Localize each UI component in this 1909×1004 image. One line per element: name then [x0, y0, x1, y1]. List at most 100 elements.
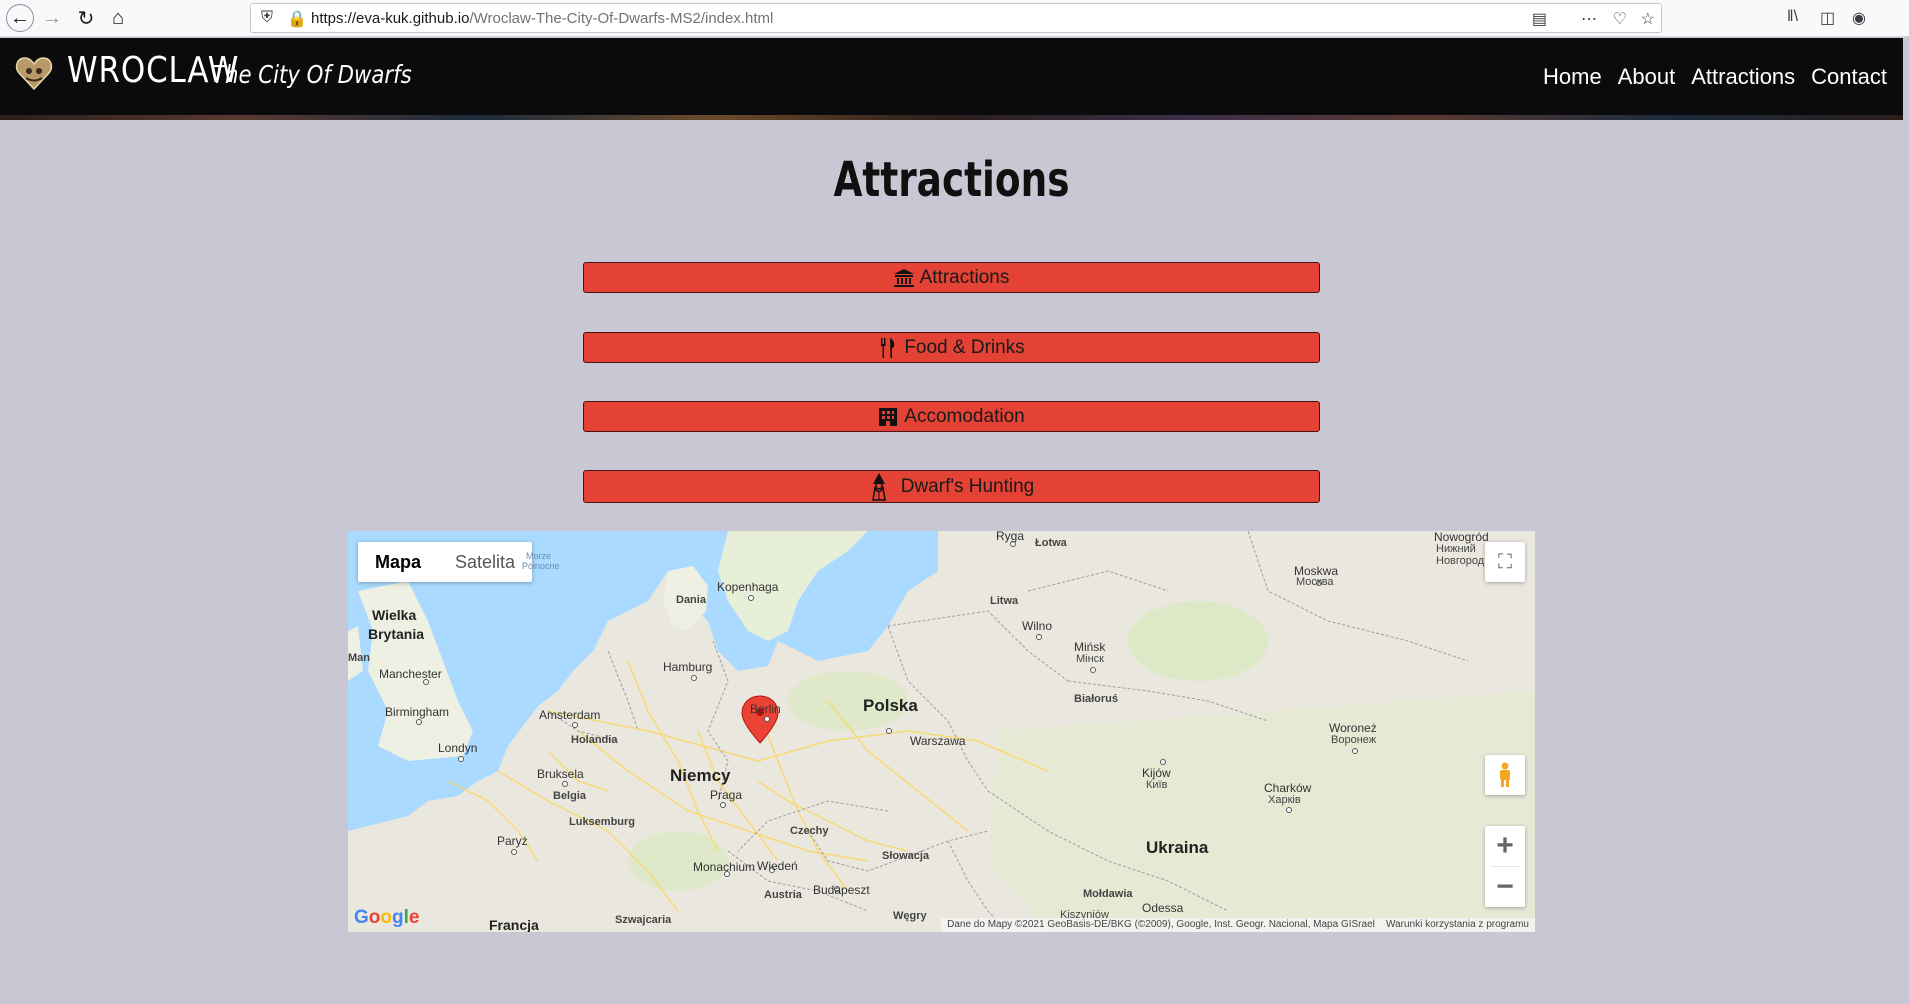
menu-about[interactable]: About — [1618, 64, 1676, 90]
map-label-bialorus: Białoruś — [1074, 693, 1119, 705]
map-label-woronez-ru: Воронеж — [1331, 734, 1377, 746]
map-label-londyn: Londyn — [438, 741, 478, 755]
pocket-icon[interactable]: ♡ — [1613, 9, 1627, 29]
bookmark-star-icon[interactable]: ☆ — [1641, 9, 1655, 29]
menu-home[interactable]: Home — [1543, 64, 1602, 90]
map-label-niemcy: Niemcy — [670, 766, 731, 785]
map-label-morze: Morze — [526, 551, 552, 561]
map-label-polska: Polska — [863, 696, 918, 715]
map-label-berlin: Berlin — [750, 702, 781, 716]
map-label-minsk-ru: Мінск — [1076, 653, 1104, 665]
map-label-moldawia: Mołdawia — [1083, 888, 1133, 900]
map-label-budapeszt: Budapeszt — [813, 883, 870, 897]
map-label-woronez: Woroneż — [1329, 721, 1377, 735]
map-label-szwajcaria: Szwajcaria — [615, 914, 672, 926]
google-map[interactable]: Mapa Satelita ⛶ + − Polska Niemcy Ukrain… — [348, 531, 1535, 932]
map-label-wieden: Wiedeń — [757, 859, 798, 873]
map-label-monachium: Monachium — [693, 860, 756, 874]
heart-logo-icon[interactable] — [14, 53, 54, 93]
forward-icon[interactable]: → — [38, 4, 66, 32]
fullscreen-icon[interactable]: ⛶ — [1485, 542, 1525, 582]
menu-attractions[interactable]: Attractions — [1691, 64, 1795, 90]
zoom-in-icon[interactable]: + — [1485, 826, 1525, 866]
map-label-moskwa-ru: Москва — [1296, 576, 1334, 588]
reload-icon[interactable]: ↻ — [72, 4, 100, 32]
map-label-czechy: Czechy — [790, 825, 829, 837]
map-label-hamburg: Hamburg — [663, 660, 713, 674]
map-terms-link[interactable]: Warunki korzystania z programu — [1386, 919, 1529, 930]
dwarfs-hunting-button-label: Dwarf's Hunting — [900, 475, 1035, 497]
utensils-icon — [878, 337, 898, 358]
map-label-wegry: Węgry — [893, 910, 927, 922]
map-label-praga: Praga — [710, 788, 743, 802]
map-label-kijow-ru: Київ — [1146, 779, 1168, 791]
map-label-birmingham: Birmingham — [385, 705, 450, 719]
map-label-francja: Francja — [489, 917, 539, 932]
google-logo[interactable]: Google — [354, 907, 419, 929]
zoom-control: + − — [1485, 826, 1525, 907]
map-label-polnocne: Północne — [522, 561, 560, 571]
brand-subtitle[interactable]: The City Of Dwarfs — [212, 60, 412, 89]
dwarfs-hunting-button[interactable]: Dwarf's Hunting — [583, 470, 1320, 503]
attractions-button[interactable]: Attractions — [583, 262, 1320, 293]
hotel-icon — [878, 407, 898, 427]
map-label-austria: Austria — [764, 889, 802, 901]
map-label-brytania: Brytania — [368, 626, 425, 642]
account-icon[interactable]: ◉ — [1852, 8, 1866, 28]
pegman-icon[interactable] — [1485, 755, 1525, 795]
shield-icon[interactable]: ⛨ — [261, 9, 273, 27]
map-label-ryga: Ryga — [996, 531, 1025, 543]
library-icon[interactable]: ‖\ — [1787, 8, 1798, 26]
sidebar-icon[interactable]: ◫ — [1820, 8, 1835, 28]
map-label-holandia: Holandia — [571, 734, 618, 746]
map-type-map[interactable]: Mapa — [358, 542, 438, 582]
menu-contact[interactable]: Contact — [1811, 64, 1887, 90]
attractions-button-label: Attractions — [919, 266, 1010, 288]
map-label-kijow: Kijów — [1142, 766, 1171, 780]
map-label-kopenhaga: Kopenhaga — [717, 580, 779, 594]
map-label-litwa: Litwa — [990, 595, 1019, 607]
map-type-control: Mapa Satelita — [358, 542, 533, 582]
map-label-odessa: Odessa — [1142, 901, 1184, 915]
map-label-belgia: Belgia — [553, 790, 587, 802]
map-label-amsterdam: Amsterdam — [539, 708, 601, 722]
map-label-minsk: Mińsk — [1074, 640, 1106, 654]
food-drinks-button[interactable]: Food & Drinks — [583, 332, 1320, 363]
more-icon[interactable]: ⋯ — [1581, 9, 1597, 29]
hero-image-strip — [0, 115, 1903, 120]
map-label-nowogrod-ru1: Нижний — [1436, 543, 1476, 555]
back-icon[interactable]: ← — [6, 4, 34, 32]
map-label-nowogrod-ru2: Новгород — [1436, 555, 1485, 567]
reader-icon[interactable]: ▤ — [1532, 9, 1547, 29]
map-attribution: Dane do Mapy ©2021 GeoBasis-DE/BKG (©200… — [941, 918, 1535, 932]
url-bar[interactable]: ⛨ 🔒 https://eva-kuk.github.io/Wroclaw-Th… — [250, 3, 1662, 33]
home-icon[interactable]: ⌂ — [104, 4, 132, 32]
map-label-man: Man — [348, 652, 370, 664]
map-label-paryz: Paryż — [497, 834, 528, 848]
browser-toolbar: ← → ↻ ⌂ ⛨ 🔒 https://eva-kuk.github.io/Wr… — [0, 0, 1909, 37]
accomodation-button-label: Accomodation — [904, 405, 1025, 427]
map-label-warszawa: Warszawa — [910, 734, 966, 748]
map-label-luksemburg: Luksemburg — [569, 816, 636, 828]
zoom-out-icon[interactable]: − — [1485, 867, 1525, 907]
map-label-dania: Dania — [676, 594, 706, 606]
url-text[interactable]: https://eva-kuk.github.io/Wroclaw-The-Ci… — [311, 10, 773, 27]
map-attribution-text: Dane do Mapy ©2021 GeoBasis-DE/BKG (©200… — [947, 919, 1375, 930]
map-label-ukraina: Ukraina — [1146, 838, 1209, 857]
map-label-wilno: Wilno — [1022, 619, 1053, 633]
map-label-manchester: Manchester — [379, 667, 442, 681]
accomodation-button[interactable]: Accomodation — [583, 401, 1320, 432]
map-label-charkow: Charków — [1264, 781, 1312, 795]
map-label-lotwa: Łotwa — [1035, 537, 1067, 549]
map-label-bruksela: Bruksela — [537, 767, 584, 781]
map-label-slowacja: Słowacja — [882, 850, 930, 862]
landmark-icon — [893, 268, 914, 288]
map-label-charkow-ru: Харків — [1268, 794, 1301, 806]
map-label-wielka: Wielka — [372, 607, 417, 623]
map-type-satellite[interactable]: Satelita — [438, 542, 532, 582]
main-menu: Home About Attractions Contact — [1543, 64, 1887, 90]
lock-icon[interactable]: 🔒 — [287, 9, 307, 29]
page-title: Attractions — [833, 152, 1070, 208]
food-drinks-button-label: Food & Drinks — [904, 336, 1025, 358]
dwarf-icon — [869, 472, 889, 501]
